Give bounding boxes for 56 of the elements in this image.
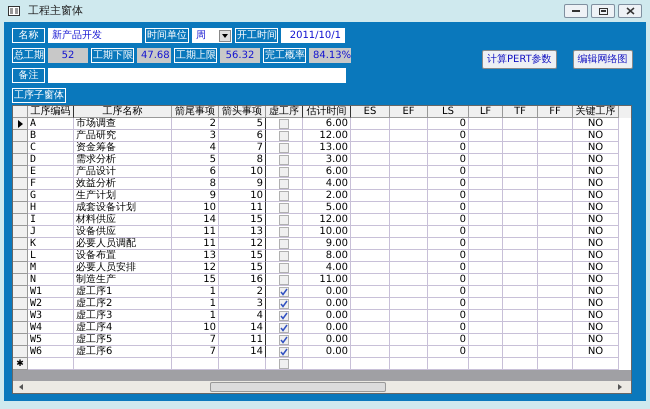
window-title: 工程主窗体 [28,2,83,19]
close-icon [626,7,634,15]
minimize-icon [572,9,580,13]
checkbox[interactable] [279,226,289,236]
field-label: 时间单位 [145,28,189,43]
field-label: 工序子窗体 [12,88,66,103]
checkbox[interactable] [279,214,289,224]
restore-button[interactable] [591,4,615,18]
close-button[interactable] [618,4,642,18]
checkbox[interactable] [279,142,289,152]
value-field[interactable]: 2011/10/1 [281,28,345,43]
row-selector[interactable] [13,118,28,130]
calculate-button[interactable]: 计算PERT参数 [482,50,557,69]
checkbox[interactable] [279,118,289,128]
field-label: 完工概率 [263,48,306,63]
field-label: 备注 [12,68,45,83]
field-label: 开工时间 [235,28,278,43]
checkbox[interactable] [279,154,289,164]
checkbox[interactable] [279,166,289,176]
value-field[interactable]: 84.13% [309,48,351,63]
value-field[interactable]: 新产品开发 [48,28,142,43]
dropdown-button[interactable] [219,30,231,42]
new-row-marker: ✱ [13,358,28,370]
checkbox[interactable] [279,298,289,308]
checkbox[interactable] [279,202,289,212]
field-label: 工期下限 [91,48,134,63]
field-label: 名称 [12,28,45,43]
checkbox[interactable] [279,190,289,200]
checkbox[interactable] [279,262,289,272]
edit-network-button[interactable]: 编辑网络图 [572,50,633,69]
form-icon [8,6,20,16]
value-field[interactable]: 52 [48,48,88,63]
horizontal-scrollbar[interactable] [13,381,631,393]
field-label: 总工期 [12,48,45,63]
checkbox[interactable] [279,274,289,284]
restore-icon [598,8,608,14]
value-field[interactable]: 56.32 [220,48,260,63]
checkbox[interactable] [279,358,289,368]
checkbox[interactable] [279,334,289,344]
checkbox[interactable] [279,322,289,332]
checkbox[interactable] [279,130,289,140]
unit-dropdown[interactable]: 周 [192,28,232,43]
value-field[interactable]: 47.68 [137,48,171,63]
checkbox[interactable] [279,238,289,248]
checkbox[interactable] [279,178,289,188]
current-row-icon [18,120,22,128]
checkbox[interactable] [279,250,289,260]
checkbox[interactable] [279,310,289,320]
checkbox[interactable] [279,286,289,296]
checkbox[interactable] [279,346,289,356]
note-field[interactable] [48,68,346,83]
caret-icon [222,34,228,38]
field-label: 工期上限 [174,48,217,63]
dropdown-value: 周 [196,29,206,43]
minimize-button[interactable] [564,4,588,18]
scroll-thumb[interactable] [210,382,386,392]
